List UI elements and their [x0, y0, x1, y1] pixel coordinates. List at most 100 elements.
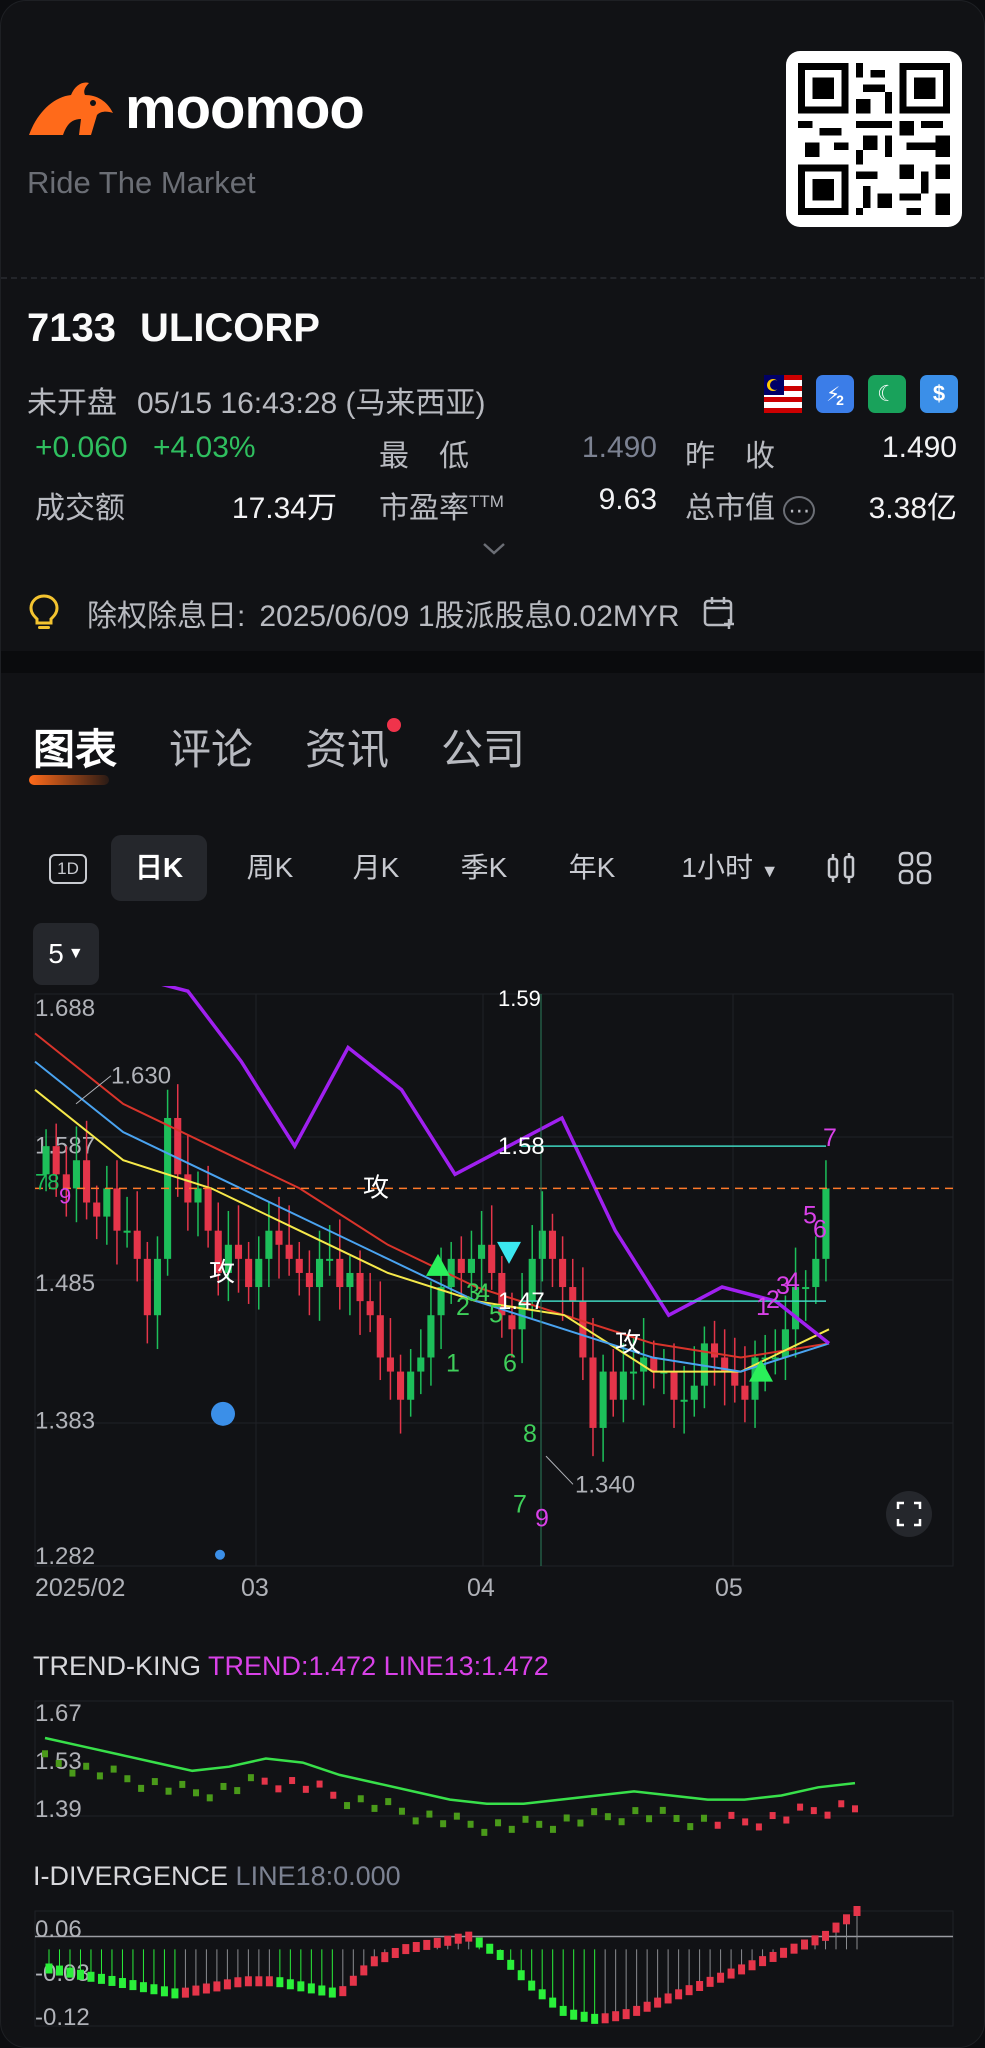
brand-logo: moomoo [27, 76, 365, 141]
period-weekly[interactable]: 周K [227, 835, 313, 901]
divergence-bar [759, 1956, 767, 1967]
candle-body [366, 1301, 374, 1316]
divergence-bar [234, 1977, 242, 1988]
period-daily[interactable]: 日K [111, 835, 207, 901]
divergence-bar [570, 2009, 578, 2020]
trend-king-bar [728, 1811, 735, 1819]
period-hourly-dropdown[interactable]: 1小时 ▼ [667, 835, 793, 901]
candle-body [326, 1258, 334, 1261]
period-quarterly[interactable]: 季K [441, 835, 527, 901]
trend-king-bar [495, 1819, 502, 1827]
tab-news[interactable]: 资讯 [305, 716, 402, 777]
dollar-icon: $ [920, 375, 958, 413]
divergence-bar [601, 2013, 609, 2024]
quote-row-2: 成交额 17.34万 市盈率TTM 9.63 总市值 ⋯ 3.38亿 [27, 483, 957, 525]
ma-period-select[interactable]: 5 ▼ [33, 923, 99, 985]
period-yearly[interactable]: 年K [549, 835, 635, 901]
trend-king-bar [714, 1821, 721, 1829]
candle-body [741, 1385, 749, 1400]
divergence-bar [675, 1989, 683, 2000]
divergence-bar [423, 1939, 431, 1950]
trend-king-bar [83, 1762, 90, 1770]
candle-body [245, 1258, 253, 1288]
layout-grid-icon[interactable] [889, 835, 941, 901]
tab-company[interactable]: 公司 [441, 716, 525, 777]
caret-down-icon: ▼ [760, 861, 779, 881]
td-count-purple: 7 [823, 1124, 837, 1152]
trend-king-bar [206, 1794, 213, 1802]
support-label: 1.47 [498, 1288, 545, 1315]
candle-body [143, 1258, 151, 1316]
chart-type-candle-icon[interactable] [815, 835, 867, 901]
divergence-bar [622, 2009, 630, 2020]
divergence-bar [45, 1963, 53, 1974]
divergence-bar [475, 1937, 483, 1948]
divergence-bar [402, 1944, 410, 1955]
trend-king-bar [440, 1820, 447, 1828]
trend-king-bar [536, 1820, 543, 1828]
y-axis-label: 1.282 [35, 1543, 95, 1570]
trend-king-bar [247, 1774, 254, 1782]
expand-chevron-icon[interactable] [481, 536, 507, 564]
qr-code [786, 51, 962, 227]
candle-body [305, 1272, 313, 1288]
period-monthly[interactable]: 月K [333, 835, 419, 901]
high-price-annotation: 1.630 [111, 1063, 171, 1090]
trend-king-bar [522, 1815, 529, 1823]
trend-king-bar [467, 1820, 474, 1828]
td-count-green: 6 [503, 1350, 517, 1378]
candle-body [508, 1315, 516, 1330]
caret-down-icon: ▼ [67, 945, 84, 962]
add-calendar-icon[interactable] [702, 595, 738, 631]
divergence-bar [843, 1914, 851, 1925]
market-status-line: 未开盘 05/15 16:43:28 (马来西亚) [27, 378, 486, 422]
trend-king-bar [769, 1812, 776, 1820]
divergence-bar [738, 1964, 746, 1975]
prev-close-value: 1.490 [881, 431, 957, 464]
x-axis-label: 2025/02 [35, 1574, 125, 1602]
content-tabs: 图表 评论 资讯 公司 [28, 716, 525, 785]
divergence-bar [696, 1981, 704, 1992]
low-price-annotation: 1.340 [575, 1471, 635, 1498]
divergence-bar [192, 1985, 200, 1996]
trend-king-y-label: 1.67 [35, 1700, 82, 1727]
td-count-green: 8 [523, 1420, 537, 1448]
divergence-bar [349, 1975, 357, 1986]
trend-king-bar [96, 1772, 103, 1780]
tab-comments[interactable]: 评论 [169, 716, 253, 777]
trend-king-bar [220, 1782, 227, 1790]
brand-name: moomoo [125, 76, 365, 141]
x-axis-label: 05 [715, 1574, 743, 1602]
low-label: 最 低 [379, 440, 469, 473]
trend-king-bar [797, 1803, 804, 1811]
divergence-bar [811, 1935, 819, 1946]
candle-body [93, 1202, 101, 1217]
pe-label: 市盈率TTM [379, 492, 504, 525]
divergence-bar [832, 1922, 840, 1933]
trend-king-bar [124, 1775, 131, 1783]
divergence-bar [612, 2011, 620, 2022]
candle-body [670, 1371, 678, 1400]
candle-body [569, 1287, 577, 1302]
trend-king-bar [824, 1811, 831, 1819]
news-unread-dot [387, 718, 402, 732]
divergence-bar [496, 1949, 504, 1960]
trend-king-bar [289, 1777, 296, 1785]
divergence-bar [118, 1978, 126, 1989]
candle-body [83, 1160, 91, 1203]
candle-body [427, 1315, 435, 1358]
trend-king-bar [69, 1769, 76, 1777]
pe-value: 9.63 [598, 483, 657, 516]
intraday-1d-button[interactable]: 1D [43, 835, 93, 901]
td-count-purple: 6 [813, 1216, 827, 1244]
tab-chart[interactable]: 图表 [28, 716, 117, 785]
price-change-pct: +4.03% [153, 431, 256, 464]
trend-king-bar [742, 1818, 749, 1826]
candle-body [690, 1385, 698, 1400]
divergence-bar [328, 1987, 336, 1998]
trend-king-bar [852, 1805, 858, 1813]
divergence-bar [517, 1970, 525, 1981]
divergence-bar [370, 1956, 378, 1967]
divergence-bar [412, 1942, 420, 1953]
candle-body [812, 1258, 820, 1288]
